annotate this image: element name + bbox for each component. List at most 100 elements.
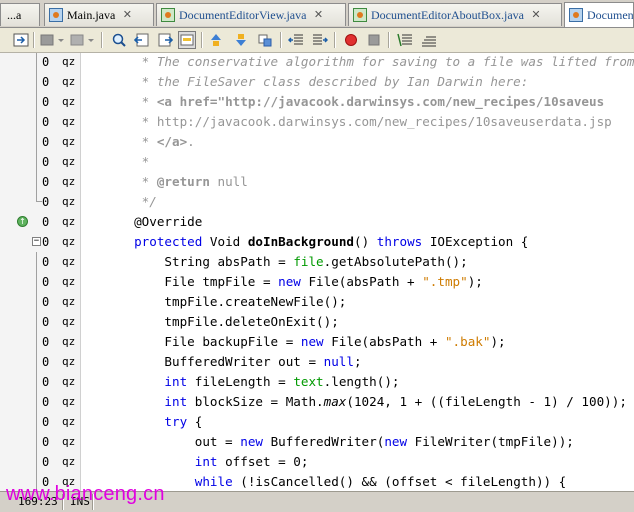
code-token: File backupFile =: [81, 334, 301, 349]
code-line[interactable]: * </a>.: [81, 132, 634, 152]
code-token: IOException {: [422, 234, 529, 249]
tab-overflow[interactable]: ...a: [0, 3, 40, 26]
code-line[interactable]: * the FileSaver class described by Ian D…: [81, 72, 634, 92]
code-line[interactable]: String absPath = file.getAbsolutePath();: [81, 252, 634, 272]
fold-guide: [36, 432, 37, 452]
close-tab-icon[interactable]: ✕: [530, 9, 542, 21]
shift-left-icon[interactable]: [287, 31, 305, 49]
code-token: try: [164, 414, 188, 429]
code-token: null: [209, 174, 248, 189]
close-tab-icon[interactable]: ✕: [121, 9, 133, 21]
fold-guide: [36, 292, 37, 312]
code-line[interactable]: BufferedWriter out = null;: [81, 352, 634, 372]
tab-label: DocumentEditorView.java: [179, 7, 307, 22]
find-next-icon[interactable]: [156, 31, 174, 49]
fold-guide: [36, 352, 37, 372]
code-token: * The conservative algorithm for saving …: [81, 54, 634, 69]
back-icon[interactable]: [38, 31, 56, 49]
revision-number: 0: [42, 435, 50, 449]
code-line[interactable]: * @return null: [81, 172, 634, 192]
java-file-icon: [49, 8, 63, 22]
code-line[interactable]: int blockSize = Math.max(1024, 1 + ((fil…: [81, 392, 634, 412]
code-token: @return: [156, 174, 210, 189]
author-name: qz: [62, 295, 76, 308]
form-file-icon: [353, 8, 367, 22]
author-name: qz: [62, 115, 76, 128]
code-line[interactable]: * The conservative algorithm for saving …: [81, 53, 634, 72]
code-token: @Override: [81, 214, 203, 229]
code-line[interactable]: @Override: [81, 212, 634, 232]
revision-number: 0: [42, 215, 50, 229]
code-token: int: [164, 394, 188, 409]
code-line[interactable]: */: [81, 192, 634, 212]
code-line[interactable]: int fileLength = text.length();: [81, 372, 634, 392]
author-name: qz: [62, 375, 76, 388]
annotation-gutter: 0 qz 0 qz 0 qz 0 qz 0 qz 0 qz 0 qz 0 qz 0 qz ↑ 0 qz −0 qz 0 qz 0 q…: [0, 53, 81, 491]
back-dropdown-icon[interactable]: [56, 31, 66, 49]
forward-icon[interactable]: [68, 31, 86, 49]
code-line[interactable]: int offset = 0;: [81, 452, 634, 472]
author-name: qz: [62, 135, 76, 148]
find-previous-icon[interactable]: [133, 31, 151, 49]
gutter-row: 0 qz: [0, 92, 80, 112]
find-icon[interactable]: [110, 31, 128, 49]
code-editor[interactable]: 0 qz 0 qz 0 qz 0 qz 0 qz 0 qz 0 qz 0 qz 0 qz ↑ 0 qz −0 qz 0 qz 0 q…: [0, 53, 634, 491]
uncomment-icon[interactable]: [420, 31, 438, 49]
fold-guide: [36, 372, 37, 392]
author-name: qz: [62, 195, 76, 208]
code-line[interactable]: tmpFile.createNewFile();: [81, 292, 634, 312]
author-name: qz: [62, 455, 76, 468]
gutter-row: 0 qz: [0, 412, 80, 432]
shift-right-icon[interactable]: [311, 31, 329, 49]
code-area[interactable]: * The conservative algorithm for saving …: [81, 53, 634, 491]
author-name: qz: [62, 155, 76, 168]
tab-document-editor-about-box[interactable]: DocumentEditorAboutBox.java ✕: [348, 3, 562, 26]
close-tab-icon[interactable]: ✕: [312, 9, 324, 21]
code-line[interactable]: tmpFile.deleteOnExit();: [81, 312, 634, 332]
code-line[interactable]: File backupFile = new File(absPath + ".b…: [81, 332, 634, 352]
stop-macro-icon[interactable]: [365, 31, 383, 49]
author-name: qz: [62, 435, 76, 448]
collapse-fold-icon[interactable]: −: [32, 237, 41, 246]
comment-icon[interactable]: [396, 31, 414, 49]
fold-guide: [36, 312, 37, 332]
code-token: int: [164, 374, 188, 389]
revision-number: 0: [42, 415, 50, 429]
code-line[interactable]: out = new BufferedWriter(new FileWriter(…: [81, 432, 634, 452]
gutter-row: 0 qz: [0, 72, 80, 92]
code-token: BufferedWriter(: [262, 434, 385, 449]
code-line[interactable]: protected Void doInBackground() throws I…: [81, 232, 634, 252]
tab-label: Main.java: [67, 7, 116, 22]
code-line[interactable]: * <a href="http://javacook.darwinsys.com…: [81, 92, 634, 112]
tab-document-editor-view[interactable]: DocumentEditorView.java ✕: [156, 3, 346, 26]
code-line[interactable]: * http://javacook.darwinsys.com/new_reci…: [81, 112, 634, 132]
gutter-row: 0 qz ↑: [0, 212, 80, 232]
last-edit-icon[interactable]: [12, 31, 30, 49]
revision-number: 0: [42, 355, 50, 369]
gutter-row: 0 qz: [0, 252, 80, 272]
previous-bookmark-icon[interactable]: [207, 31, 225, 49]
override-marker-icon[interactable]: ↑: [17, 216, 28, 227]
fold-guide: [36, 272, 37, 292]
start-macro-icon[interactable]: [342, 31, 360, 49]
toggle-highlight-icon[interactable]: [178, 31, 196, 49]
code-line[interactable]: File tmpFile = new File(absPath + ".tmp"…: [81, 272, 634, 292]
revision-number: 0: [42, 455, 50, 469]
editor-toolbar: [0, 28, 634, 53]
gutter-row: 0 qz: [0, 272, 80, 292]
code-token: tmpFile.createNewFile();: [81, 294, 347, 309]
toggle-bookmark-icon[interactable]: [256, 31, 274, 49]
tab-main-java[interactable]: Main.java ✕: [44, 3, 154, 26]
fold-guide: [36, 332, 37, 352]
fold-guide: [36, 53, 37, 72]
code-line[interactable]: try {: [81, 412, 634, 432]
code-line[interactable]: *: [81, 152, 634, 172]
code-token: */: [81, 194, 157, 209]
code-token: * the FileSaver class described by Ian D…: [81, 74, 529, 89]
forward-dropdown-icon[interactable]: [86, 31, 96, 49]
code-token: File tmpFile =: [81, 274, 279, 289]
tab-active-document[interactable]: Documen: [564, 2, 634, 27]
next-bookmark-icon[interactable]: [232, 31, 250, 49]
